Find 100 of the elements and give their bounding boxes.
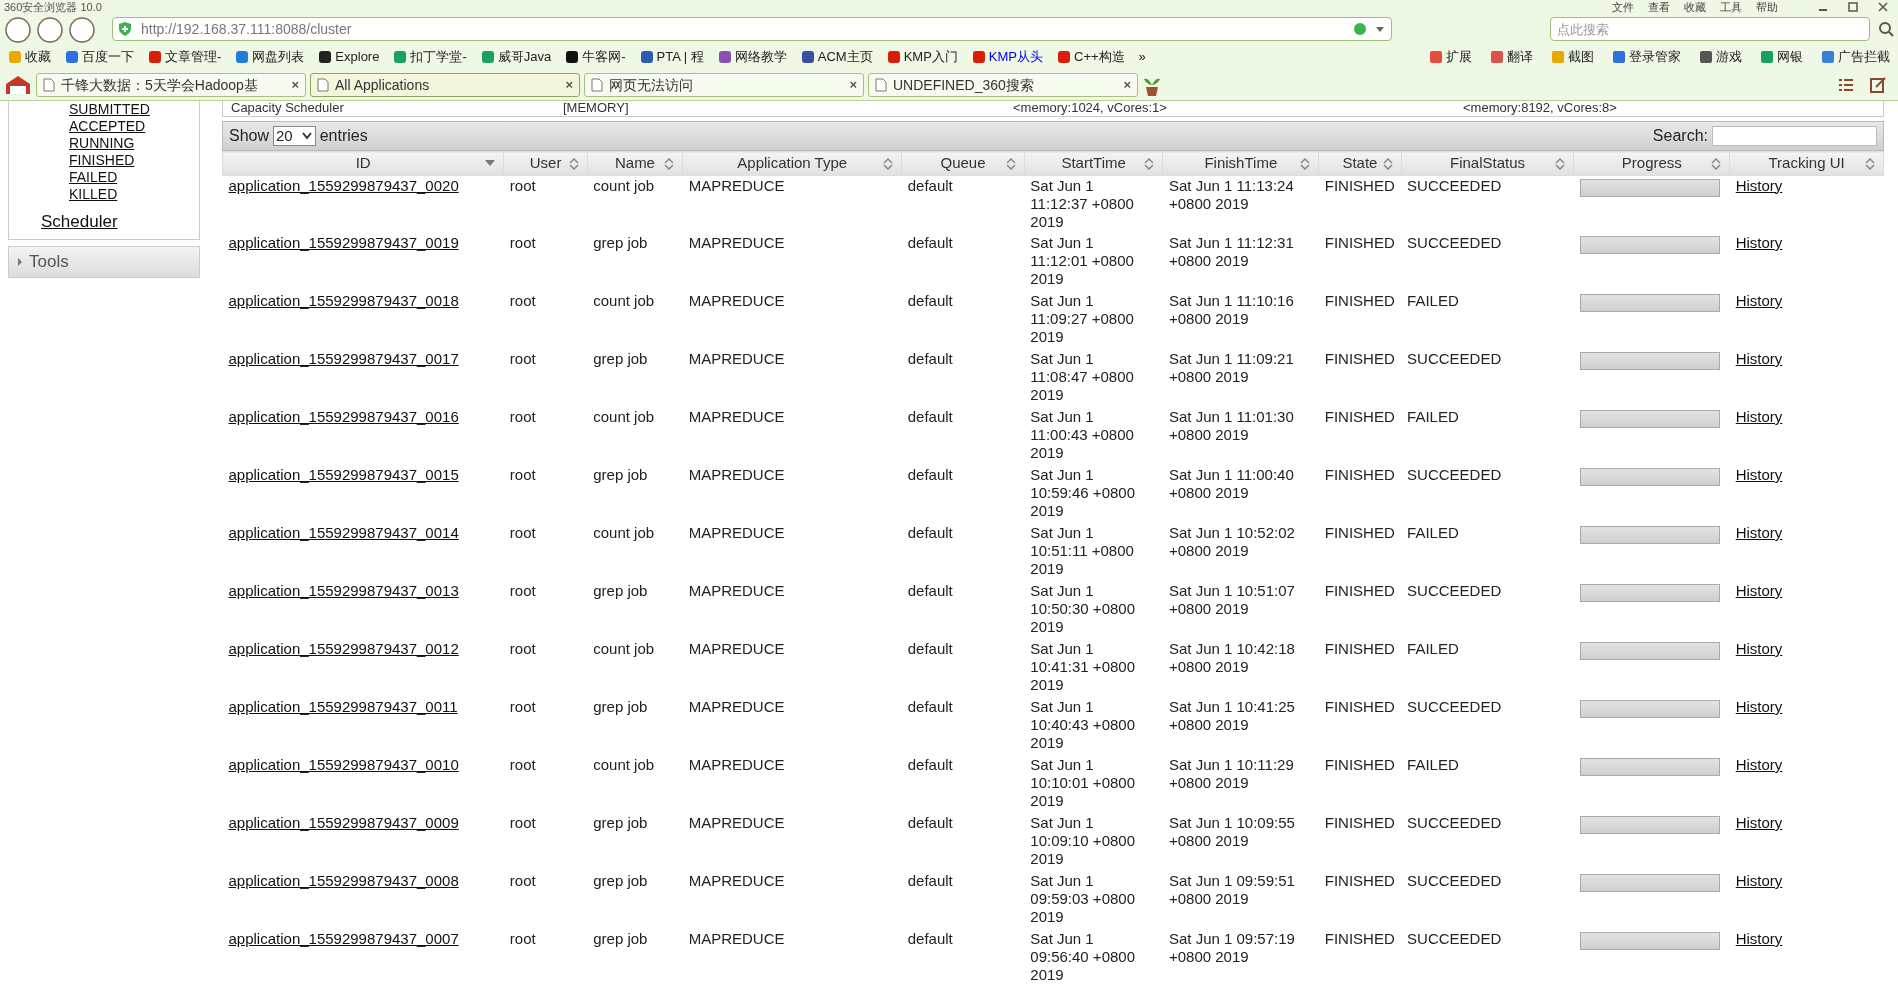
history-link[interactable]: History bbox=[1735, 930, 1783, 947]
bookmark-link[interactable]: 文章管理- bbox=[148, 47, 222, 67]
bookmark-link[interactable]: 收藏 bbox=[8, 47, 51, 67]
bookmark-link[interactable]: 牛客网- bbox=[565, 47, 626, 67]
tools-section[interactable]: Tools bbox=[8, 246, 200, 278]
toolbar-button[interactable]: 截图 bbox=[1551, 47, 1594, 67]
history-link[interactable]: History bbox=[1735, 640, 1783, 657]
history-link[interactable]: History bbox=[1735, 524, 1783, 541]
bookmark-link[interactable]: 威哥Java bbox=[480, 47, 552, 67]
application-link[interactable]: application_1559299879437_0020 bbox=[228, 176, 459, 194]
maximize-icon[interactable] bbox=[1848, 2, 1858, 12]
bookmark-link[interactable]: 百度一下 bbox=[65, 47, 134, 67]
application-link[interactable]: application_1559299879437_0017 bbox=[228, 350, 459, 367]
state-link[interactable]: FAILED bbox=[69, 169, 199, 186]
history-link[interactable]: History bbox=[1735, 814, 1783, 831]
toolbar-button[interactable]: 广告拦截 bbox=[1821, 47, 1890, 67]
bookmark-link[interactable]: KMP入门 bbox=[886, 47, 958, 67]
history-link[interactable]: History bbox=[1735, 408, 1783, 425]
history-link[interactable]: History bbox=[1735, 176, 1783, 194]
application-link[interactable]: application_1559299879437_0009 bbox=[228, 814, 459, 831]
search-field[interactable] bbox=[1712, 126, 1877, 146]
column-header[interactable]: StartTime bbox=[1024, 151, 1163, 175]
application-link[interactable]: application_1559299879437_0012 bbox=[228, 640, 459, 657]
caret-icon[interactable] bbox=[1375, 24, 1385, 34]
close-button[interactable]: × bbox=[565, 75, 573, 95]
bookmark-link[interactable]: C++构造 bbox=[1057, 47, 1125, 67]
column-header[interactable]: User bbox=[503, 151, 588, 175]
history-link[interactable]: History bbox=[1735, 756, 1783, 773]
bookmark-link[interactable]: Explore bbox=[318, 47, 380, 67]
column-header[interactable]: FinishTime bbox=[1162, 151, 1319, 175]
address-field[interactable]: http://192.168.37.111:8088/cluster bbox=[112, 17, 1392, 41]
bookmark-link[interactable]: 网络教学 bbox=[717, 47, 787, 67]
close-button[interactable]: × bbox=[291, 75, 299, 95]
state-link[interactable]: RUNNING bbox=[69, 135, 199, 152]
application-link[interactable]: application_1559299879437_0014 bbox=[228, 524, 459, 541]
scheduler-link[interactable]: Scheduler bbox=[41, 211, 118, 233]
application-link[interactable]: application_1559299879437_0007 bbox=[228, 930, 459, 947]
browser-tab[interactable]: 网页无法访问 × bbox=[584, 73, 864, 97]
column-header[interactable]: Tracking UI bbox=[1729, 151, 1884, 175]
site-icon bbox=[800, 50, 815, 64]
close-button[interactable]: × bbox=[1123, 75, 1131, 95]
avatar-icon[interactable] bbox=[4, 15, 32, 43]
avatar-icon[interactable] bbox=[36, 15, 64, 43]
history-link[interactable]: History bbox=[1735, 582, 1783, 599]
entries-select[interactable]: 20 bbox=[273, 126, 316, 146]
state-link[interactable]: KILLED bbox=[69, 186, 199, 203]
column-header[interactable]: Queue bbox=[901, 151, 1025, 175]
menu-item[interactable]: 文件 bbox=[1612, 0, 1634, 14]
bookmark-link[interactable]: PTA | 程 bbox=[639, 47, 704, 67]
close-button[interactable]: × bbox=[849, 75, 857, 95]
history-link[interactable]: History bbox=[1735, 698, 1783, 715]
application-link[interactable]: application_1559299879437_0016 bbox=[228, 408, 459, 425]
application-link[interactable]: application_1559299879437_0019 bbox=[228, 234, 459, 251]
application-link[interactable]: application_1559299879437_0013 bbox=[228, 582, 459, 599]
bookmark-link[interactable]: 网盘列表 bbox=[235, 47, 305, 67]
column-header[interactable]: ID bbox=[222, 151, 504, 175]
user-cell: root bbox=[509, 524, 536, 542]
column-header[interactable]: Application Type bbox=[682, 151, 902, 175]
user-cell: root bbox=[509, 176, 536, 195]
toolbar-button[interactable]: 扩展 bbox=[1429, 47, 1472, 67]
menu-item[interactable]: 查看 bbox=[1648, 0, 1670, 14]
column-header[interactable]: Name bbox=[587, 151, 683, 175]
close-icon[interactable] bbox=[1878, 2, 1888, 12]
column-header[interactable]: Progress bbox=[1573, 151, 1730, 175]
tool-icon bbox=[1821, 50, 1835, 64]
menu-item[interactable]: 收藏 bbox=[1684, 0, 1706, 14]
menu-item[interactable]: 帮助 bbox=[1756, 0, 1778, 14]
toolbar-button[interactable]: 网银 bbox=[1760, 47, 1803, 67]
state-link[interactable]: ACCEPTED bbox=[69, 118, 199, 135]
application-link[interactable]: application_1559299879437_0018 bbox=[228, 292, 459, 309]
search-icon[interactable] bbox=[1878, 21, 1894, 37]
toolbar-button[interactable]: 登录管家 bbox=[1612, 47, 1681, 67]
history-link[interactable]: History bbox=[1735, 872, 1783, 889]
edit-icon[interactable] bbox=[1870, 77, 1886, 93]
house-icon[interactable] bbox=[4, 74, 32, 96]
state-link[interactable]: SUBMITTED bbox=[69, 101, 199, 118]
toolbar-button[interactable]: 游戏 bbox=[1699, 47, 1742, 67]
bookmark-link[interactable]: KMP从头 bbox=[971, 47, 1043, 67]
column-header[interactable]: State bbox=[1318, 151, 1402, 175]
history-link[interactable]: History bbox=[1735, 466, 1783, 483]
browser-tab[interactable]: All Applications × bbox=[310, 73, 580, 97]
more-button[interactable]: » bbox=[1138, 47, 1146, 67]
history-link[interactable]: History bbox=[1735, 234, 1783, 251]
bookmark-link[interactable]: ACM主页 bbox=[800, 47, 873, 67]
application-link[interactable]: application_1559299879437_0008 bbox=[228, 872, 459, 889]
column-header[interactable]: FinalStatus bbox=[1401, 151, 1574, 175]
application-link[interactable]: application_1559299879437_0010 bbox=[228, 756, 459, 773]
browser-tab[interactable]: 千锋大数据：5天学会Hadoop基 × bbox=[36, 73, 306, 97]
menu-item[interactable]: 工具 bbox=[1720, 0, 1742, 14]
toolbar-button[interactable]: 翻译 bbox=[1490, 47, 1533, 67]
application-link[interactable]: application_1559299879437_0015 bbox=[228, 466, 459, 483]
application-link[interactable]: application_1559299879437_0011 bbox=[228, 698, 458, 715]
avatar-icon[interactable] bbox=[68, 15, 96, 43]
list-icon[interactable] bbox=[1838, 77, 1854, 93]
browser-tab[interactable]: UNDEFINED_360搜索 × bbox=[868, 73, 1138, 97]
bookmark-link[interactable]: 扣丁学堂- bbox=[393, 47, 467, 67]
search-field[interactable]: 点此搜索 bbox=[1550, 17, 1870, 41]
state-link[interactable]: FINISHED bbox=[69, 152, 199, 169]
history-link[interactable]: History bbox=[1735, 350, 1783, 367]
history-link[interactable]: History bbox=[1735, 292, 1783, 309]
